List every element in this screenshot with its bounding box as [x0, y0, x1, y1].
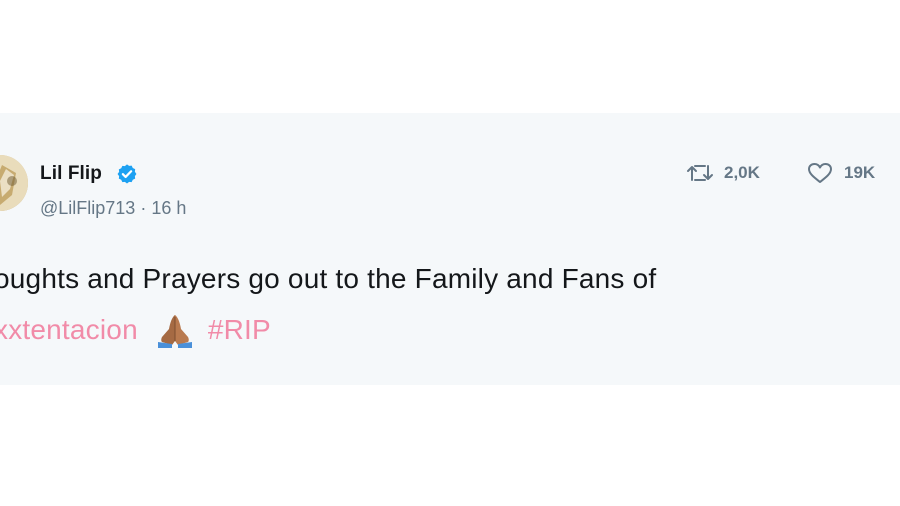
hashtag-link[interactable]: #RIP	[208, 304, 271, 355]
folded-hands-icon	[157, 314, 192, 348]
page: Lil Flip @LilFlip713 · 16 h 2,0K 19K oug…	[0, 0, 900, 506]
avatar[interactable]	[0, 155, 28, 211]
handle-line: @LilFlip713 · 16 h	[40, 198, 186, 219]
tweet-text-line-2: xxtentacion #RIP	[0, 304, 894, 355]
retweet-count: 2,0K	[724, 163, 760, 182]
display-name[interactable]: Lil Flip	[40, 163, 102, 185]
avatar-image	[0, 155, 28, 211]
retweet-icon	[687, 165, 713, 181]
tweet-card[interactable]: Lil Flip @LilFlip713 · 16 h 2,0K 19K oug…	[0, 113, 900, 385]
mention-link[interactable]: xxtentacion	[0, 304, 138, 355]
tweet-text: oughts and Prayers go out to the Family …	[0, 253, 900, 355]
like-count: 19K	[844, 163, 876, 182]
handle[interactable]: @LilFlip713	[40, 198, 135, 218]
like-stat[interactable]: 19K	[806, 158, 875, 188]
heart-icon	[808, 163, 832, 183]
verified-badge-icon	[117, 164, 137, 184]
timestamp[interactable]: 16 h	[151, 198, 186, 218]
tweet-text-line-1: oughts and Prayers go out to the Family …	[0, 263, 657, 294]
separator: ·	[140, 198, 147, 218]
retweet-stat[interactable]: 2,0K	[686, 158, 760, 188]
